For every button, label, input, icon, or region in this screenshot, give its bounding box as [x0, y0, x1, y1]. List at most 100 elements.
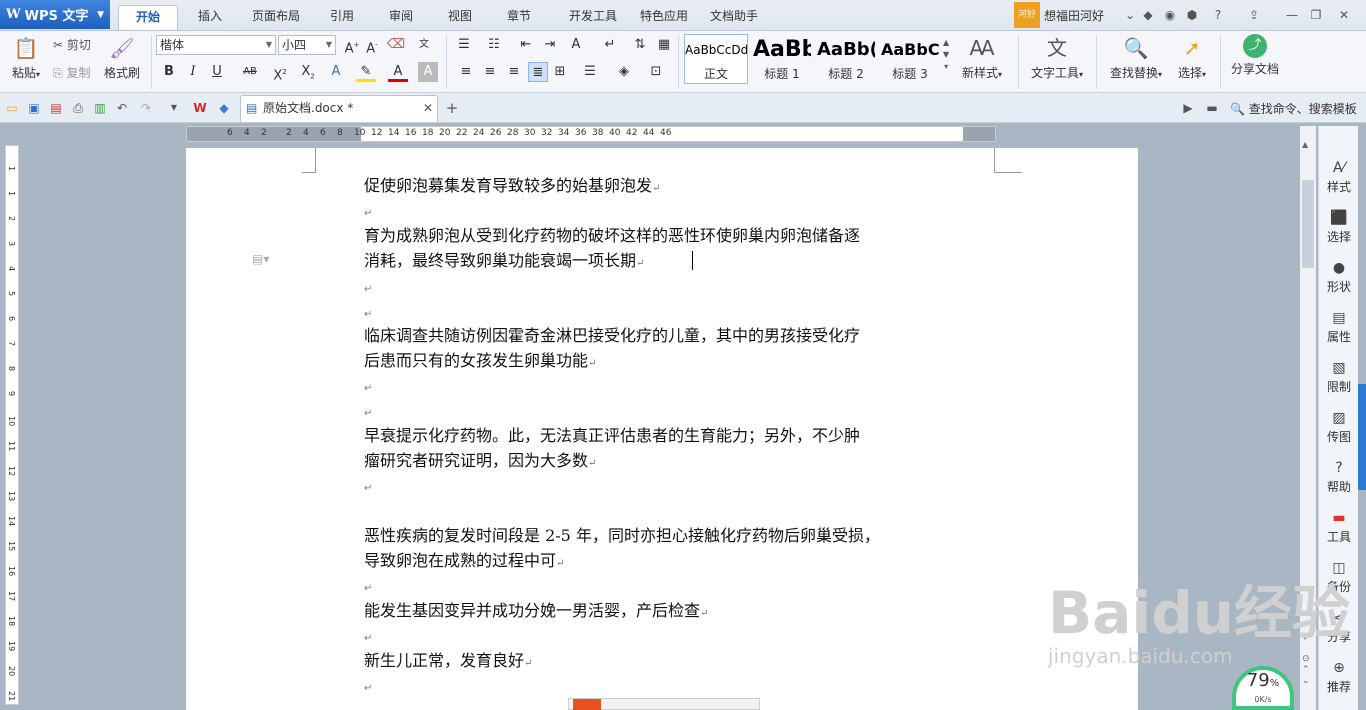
- input-method-toolbar[interactable]: [568, 698, 760, 710]
- tab-developer[interactable]: 开发工具: [551, 5, 635, 30]
- italic-icon[interactable]: I: [183, 62, 203, 82]
- font-size-select[interactable]: 小四 ▼: [278, 35, 336, 55]
- panel-help[interactable]: ? 帮助: [1319, 460, 1359, 495]
- user-avatar[interactable]: 河好: [1014, 2, 1040, 28]
- help-icon[interactable]: ?: [1210, 7, 1226, 23]
- tab-insert[interactable]: 插入: [183, 5, 237, 30]
- hexagon-icon[interactable]: ⬢: [1184, 7, 1200, 23]
- tab-home[interactable]: 开始: [118, 5, 178, 30]
- panel-properties[interactable]: ▤ 属性: [1319, 310, 1359, 345]
- paragraph-line[interactable]: 早衰提示化疗药物。此，无法真正评估患者的生育能力；另外，不少肿: [364, 423, 860, 448]
- new-tab-icon[interactable]: +: [444, 100, 460, 116]
- line-spacing-icon[interactable]: ☰: [580, 62, 600, 82]
- style-heading-2[interactable]: AaBb( 标题 2: [816, 34, 876, 84]
- distributed-icon[interactable]: ⊞: [550, 62, 570, 82]
- char-shading-icon[interactable]: A: [418, 62, 438, 82]
- panel-send-image[interactable]: ▨ 传图: [1319, 410, 1359, 445]
- font-name-select[interactable]: 楷体 ▼: [156, 35, 276, 55]
- wps-home-icon[interactable]: W: [192, 100, 208, 116]
- export-pdf-icon[interactable]: ▤: [48, 100, 64, 116]
- shading-icon[interactable]: ◈: [614, 62, 634, 82]
- justify-icon[interactable]: ≣: [528, 62, 548, 82]
- paragraph-line[interactable]: 后患而只有的女孩发生卵巢功能↵: [364, 348, 596, 376]
- close-icon[interactable]: ✕: [1336, 7, 1352, 23]
- save-icon[interactable]: ▣: [26, 100, 42, 116]
- tab-chapter[interactable]: 章节: [492, 5, 546, 30]
- clear-format-icon[interactable]: ⌫: [386, 35, 406, 55]
- paragraph-line[interactable]: 瘤研究者研究证明，因为大多数↵: [364, 448, 596, 476]
- sort-icon[interactable]: ⇅: [630, 35, 650, 55]
- undo-icon[interactable]: ↶: [114, 100, 130, 116]
- decrease-indent-icon[interactable]: ⇤: [516, 35, 536, 55]
- panel-shapes[interactable]: ● 形状: [1319, 260, 1359, 295]
- panel-collapse-handle[interactable]: [1358, 384, 1366, 490]
- paragraph-menu-icon[interactable]: ▤▾: [252, 252, 269, 266]
- print-icon[interactable]: ⎙: [70, 100, 86, 116]
- search-command-box[interactable]: 🔍 查找命令、搜索模板: [1230, 100, 1357, 117]
- paragraph-line[interactable]: 能发生基因变异并成功分娩一男活婴，产后检查↵: [364, 598, 708, 626]
- paragraph-line[interactable]: 新生儿正常，发育良好↵: [364, 648, 532, 676]
- pin-icon[interactable]: ▬: [1204, 100, 1220, 116]
- horizontal-ruler[interactable]: 6 4 2 2 4 6 8 10 12 14 16 18 20 22 24 26 28 30 32 34 36 38 40 4…: [186, 126, 996, 142]
- tab-references[interactable]: 引用: [315, 5, 369, 30]
- scroll-up-icon[interactable]: ▲: [1302, 140, 1308, 149]
- close-tab-icon[interactable]: ✕: [423, 96, 433, 121]
- restore-ribbon-icon[interactable]: ⇪: [1246, 7, 1262, 23]
- strikethrough-icon[interactable]: AB: [240, 62, 260, 82]
- customize-icon[interactable]: ▼: [166, 100, 182, 116]
- copy-button[interactable]: ⎘ 复制: [53, 64, 90, 81]
- style-heading-1[interactable]: AaBb 标题 1: [752, 34, 812, 84]
- print-preview-icon[interactable]: ▥: [92, 100, 108, 116]
- style-heading-3[interactable]: AaBbC 标题 3: [880, 34, 940, 84]
- panel-select[interactable]: ⬛ 选择: [1319, 210, 1359, 245]
- text-tools-button[interactable]: 文 文字工具▾: [1028, 34, 1086, 81]
- ruler-toggle-icon[interactable]: ▶: [1180, 100, 1196, 116]
- paragraph-line[interactable]: 临床调查共随访例因霍奇金淋巴接受化疗的儿童，其中的男孩接受化疗: [364, 323, 860, 348]
- paragraph-line[interactable]: 育为成熟卵泡从受到化疗药物的破坏这样的恶性环使卵巢内卵泡储备逐: [364, 223, 860, 248]
- style-normal[interactable]: AaBbCcDd 正文: [684, 34, 748, 84]
- doc-tab[interactable]: ▤ 原始文档.docx * ✕: [240, 95, 438, 122]
- align-left-icon[interactable]: ≡: [456, 62, 476, 82]
- paragraph-line[interactable]: 消耗，最终导致卵巢功能衰竭一项长期↵: [364, 248, 644, 276]
- shrink-font-icon[interactable]: A-: [362, 35, 382, 56]
- minimize-icon[interactable]: —: [1284, 7, 1300, 23]
- show-marks-icon[interactable]: ↵: [600, 35, 620, 55]
- scrollbar-thumb[interactable]: [1302, 180, 1314, 268]
- app-menu-button[interactable]: W WPS 文字 ▼: [0, 0, 110, 29]
- tab-features[interactable]: 特色应用: [636, 5, 692, 30]
- pinyin-icon[interactable]: 文: [414, 35, 434, 55]
- open-folder-icon[interactable]: ▭: [4, 100, 20, 116]
- tab-page-layout[interactable]: 页面布局: [242, 5, 310, 30]
- subscript-icon[interactable]: X2: [298, 62, 318, 82]
- tab-doc-assistant[interactable]: 文档助手: [700, 5, 768, 30]
- numbered-list-icon[interactable]: ☷: [484, 35, 504, 55]
- panel-restrict[interactable]: ▧ 限制: [1319, 360, 1359, 395]
- styles-scroll[interactable]: ▲ ▼ ▾: [943, 37, 949, 73]
- share-doc-button[interactable]: ⤴ 分享文档: [1228, 34, 1282, 77]
- underline-icon[interactable]: U: [207, 62, 227, 82]
- highlight-icon[interactable]: ✎: [356, 62, 376, 82]
- format-painter-button[interactable]: 🖌 格式刷: [102, 34, 142, 81]
- panel-tools[interactable]: ▬ 工具: [1319, 510, 1359, 545]
- border-icon[interactable]: ⊡: [646, 62, 666, 82]
- align-right-icon[interactable]: ≡: [504, 62, 524, 82]
- select-button[interactable]: ➚ 选择▾: [1174, 34, 1210, 81]
- align-center-icon[interactable]: ≡: [480, 62, 500, 82]
- cloud-doc-icon[interactable]: ◆: [216, 100, 232, 116]
- paste-button[interactable]: 📋 粘贴▾: [8, 34, 44, 81]
- text-effect-icon[interactable]: A: [326, 62, 346, 82]
- grow-font-icon[interactable]: A+: [342, 35, 362, 56]
- redo-icon[interactable]: ↷: [138, 100, 154, 116]
- maximize-icon[interactable]: ❐: [1308, 7, 1324, 23]
- chinese-layout-icon[interactable]: A: [566, 35, 586, 55]
- tab-review[interactable]: 审阅: [374, 5, 428, 30]
- bullet-list-icon[interactable]: ☰: [454, 35, 474, 55]
- skin-icon[interactable]: ◆: [1140, 7, 1156, 23]
- chevron-down-icon[interactable]: ⌄: [1122, 7, 1138, 23]
- network-speed-widget[interactable]: 79% 0K/s: [1232, 666, 1294, 710]
- font-color-icon[interactable]: A: [388, 62, 408, 82]
- user-name[interactable]: 想福田河好: [1044, 7, 1104, 24]
- bold-icon[interactable]: B: [159, 62, 179, 82]
- vertical-ruler[interactable]: 1 1 2 3 4 5 6 7 8 9 10 11 12 13 14 15 16 17 18 19 20 21: [5, 145, 19, 705]
- find-replace-button[interactable]: 🔍 查找替换▾: [1106, 34, 1166, 81]
